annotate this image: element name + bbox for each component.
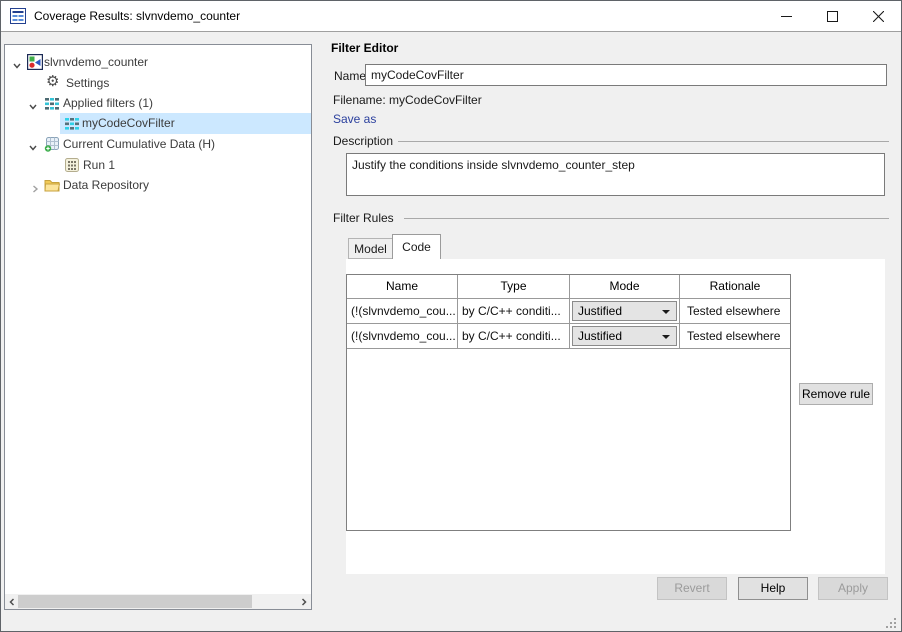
scroll-right-icon[interactable] [298, 596, 310, 607]
filter-rules-label: Filter Rules [333, 211, 394, 225]
rule-mode-cell: Justified [570, 324, 680, 349]
column-header-name: Name [347, 275, 458, 299]
tree-item-label: Current Cumulative Data (H) [63, 134, 215, 155]
tree-item-label: Data Repository [63, 175, 149, 196]
minimize-icon [781, 11, 792, 22]
description-divider [398, 141, 889, 142]
tree-item-label: Applied filters (1) [63, 93, 153, 114]
table-row[interactable]: (!(slvnvdemo_cou... by C/C++ conditi... … [347, 299, 790, 324]
resize-grip[interactable] [886, 618, 897, 629]
chevron-right-icon[interactable] [30, 180, 40, 201]
filter-rules-divider [404, 218, 889, 219]
coverage-results-window: Coverage Results: slvnvdemo_counter [0, 0, 902, 632]
mode-dropdown-value: Justified [578, 304, 622, 318]
revert-button[interactable]: Revert [657, 577, 727, 600]
name-label: Name [334, 69, 366, 83]
column-header-type: Type [458, 275, 570, 299]
column-header-rationale: Rationale [680, 275, 790, 299]
description-textarea[interactable]: Justify the conditions inside slvnvdemo_… [346, 153, 885, 196]
save-as-link[interactable]: Save as [333, 112, 376, 126]
tree-item-label: Settings [66, 73, 109, 94]
app-icon [10, 8, 26, 24]
tree-item-mycodecovfilter[interactable]: myCodeCovFilter [5, 113, 311, 134]
tree-item-label: myCodeCovFilter [82, 113, 175, 134]
mode-dropdown[interactable]: Justified [572, 326, 677, 346]
folder-icon [44, 178, 60, 199]
maximize-button[interactable] [809, 1, 855, 31]
rule-rationale-cell: Tested elsewhere [680, 324, 790, 349]
tree-item-applied-filters[interactable]: Applied filters (1) [5, 93, 311, 114]
results-tree-panel: slvnvdemo_counter ⚙ Settings Applied fil… [4, 44, 312, 610]
tree-item-current-cumulative-data[interactable]: Current Cumulative Data (H) [5, 134, 311, 155]
scroll-left-icon[interactable] [6, 596, 18, 607]
description-label: Description [333, 134, 393, 148]
gear-icon: ⚙ [46, 74, 59, 90]
filename-text: Filename: myCodeCovFilter [333, 93, 482, 107]
remove-rule-button[interactable]: Remove rule [799, 383, 873, 405]
rule-name-cell: (!(slvnvdemo_cou... [347, 299, 458, 324]
close-button[interactable] [855, 1, 901, 31]
status-bar [1, 610, 901, 631]
filter-rules-table: Name Type Mode Rationale (!(slvnvdemo_co… [346, 274, 791, 531]
tree-item-label: slvnvdemo_counter [44, 52, 148, 73]
tree-item-label: Run 1 [83, 155, 115, 176]
window-title: Coverage Results: slvnvdemo_counter [34, 9, 240, 23]
rule-type-cell: by C/C++ conditi... [458, 299, 570, 324]
rule-rationale-cell: Tested elsewhere [680, 299, 790, 324]
tab-model[interactable]: Model [348, 238, 392, 259]
chevron-down-icon [662, 310, 670, 314]
tree-item-settings[interactable]: ⚙ Settings [5, 73, 311, 94]
apply-button[interactable]: Apply [818, 577, 888, 600]
tree-item-data-repository[interactable]: Data Repository [5, 175, 311, 196]
title-bar[interactable]: Coverage Results: slvnvdemo_counter [1, 1, 901, 32]
chevron-down-icon [662, 335, 670, 339]
rule-name-cell: (!(slvnvdemo_cou... [347, 324, 458, 349]
rule-mode-cell: Justified [570, 299, 680, 324]
scrollbar-thumb[interactable] [18, 595, 252, 608]
tree-item-slvnvdemo-counter[interactable]: slvnvdemo_counter [5, 52, 311, 73]
maximize-icon [827, 11, 838, 22]
table-header-row: Name Type Mode Rationale [347, 275, 790, 299]
tree-item-run1[interactable]: Run 1 [5, 155, 311, 176]
table-row[interactable]: (!(slvnvdemo_cou... by C/C++ conditi... … [347, 324, 790, 349]
minimize-button[interactable] [763, 1, 809, 31]
tab-code[interactable]: Code [392, 234, 441, 259]
mode-dropdown[interactable]: Justified [572, 301, 677, 321]
close-icon [873, 11, 884, 22]
name-input[interactable] [365, 64, 887, 86]
rule-type-cell: by C/C++ conditi... [458, 324, 570, 349]
help-button[interactable]: Help [738, 577, 808, 600]
mode-dropdown-value: Justified [578, 329, 622, 343]
filter-editor-heading: Filter Editor [331, 41, 398, 55]
column-header-mode: Mode [570, 275, 680, 299]
tree-horizontal-scrollbar[interactable] [5, 594, 311, 609]
